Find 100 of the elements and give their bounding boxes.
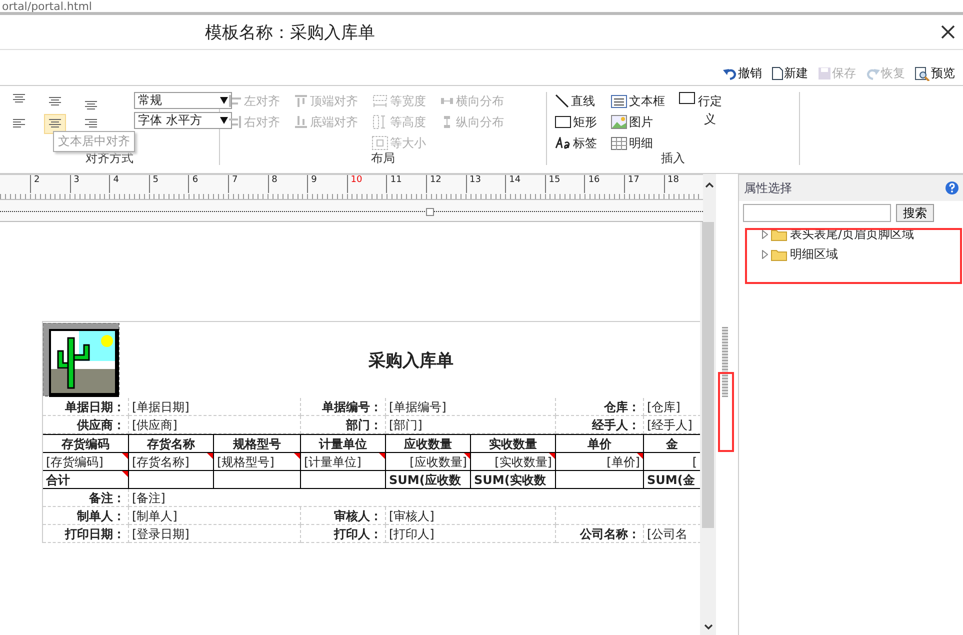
column-header: 实收数量 [471, 435, 556, 453]
flag-marker-icon [549, 453, 555, 459]
dropdown-arrow-icon [220, 97, 228, 104]
guide-handle[interactable] [426, 208, 434, 216]
italic-letters-icon [555, 137, 571, 149]
insert-button[interactable]: 直线 [555, 92, 597, 110]
ruler-label: 16 [584, 175, 624, 193]
column-header: 规格型号 [214, 435, 301, 453]
field-label: 部门： [301, 416, 386, 434]
table-cell: [存货编码] [43, 453, 129, 471]
column-header: 存货名称 [129, 435, 214, 453]
column-header: 存货编码 [43, 435, 129, 453]
collapsed-triangle-icon[interactable] [761, 250, 768, 258]
ruler-label: 15 [544, 175, 584, 193]
ruler-label: 12 [426, 175, 466, 193]
close-button[interactable] [939, 23, 957, 41]
flag-marker-icon [207, 453, 213, 459]
scroll-up-button[interactable] [703, 174, 716, 222]
table-cell: [规格型号] [214, 453, 301, 471]
field-label: 公司名称： [556, 525, 644, 543]
ruler-label: 6 [188, 175, 228, 193]
field-label: 单据编号： [301, 398, 386, 416]
ruler-label: 10 [346, 175, 386, 193]
table-cell: [存货名称] [129, 453, 214, 471]
column-header: 单价 [556, 435, 644, 453]
collapsed-triangle-icon[interactable] [761, 230, 768, 238]
field-value: [打印人] [386, 525, 556, 543]
ruler-label: 5 [148, 175, 188, 193]
landscape-picture-icon [611, 115, 627, 129]
same-size-icon [372, 136, 388, 150]
toolbar-button[interactable]: 撤销 [723, 65, 762, 82]
ruler-label: 3 [70, 175, 110, 193]
align-left-icon [228, 94, 242, 108]
insert-button[interactable]: 图片 [611, 113, 665, 131]
insert-button[interactable]: 明细 [611, 134, 665, 152]
ruler-label: 17 [624, 175, 664, 193]
field-label: 供应商： [43, 416, 129, 434]
ruler-label: 13 [466, 175, 506, 193]
column-header: 应收数量 [386, 435, 471, 453]
table-cell: 合计 [43, 471, 129, 489]
search-button[interactable]: 搜索 [896, 204, 934, 222]
ruler-label: 4 [109, 175, 149, 193]
align-button[interactable] [44, 114, 66, 134]
flag-marker-icon [637, 453, 643, 459]
folder-icon [771, 248, 787, 260]
splitter-grip[interactable] [722, 326, 728, 396]
field-value: [制单人] [129, 507, 301, 525]
search-field[interactable] [743, 204, 891, 222]
close-icon [939, 23, 957, 41]
align-icon [84, 119, 98, 128]
dropdown[interactable]: 常规 [134, 92, 232, 109]
dropdown[interactable]: 字体 水平方 [134, 112, 232, 129]
help-icon[interactable] [945, 181, 959, 195]
rectangle-icon [555, 116, 571, 128]
tooltip: 文本居中对齐 [53, 131, 135, 152]
dropdown-arrow-icon [220, 117, 228, 124]
toolbar-button[interactable]: 新建 [772, 65, 808, 82]
flag-marker-icon [464, 453, 470, 459]
ruler-label: 2 [30, 175, 70, 193]
align-icon [48, 119, 62, 128]
insert-button[interactable]: 文本框 [611, 92, 665, 110]
scroll-thumb[interactable] [702, 222, 714, 528]
insert-button[interactable]: 标签 [555, 134, 597, 152]
align-top-icon [294, 94, 308, 108]
table-cell: [应收数量] [386, 453, 471, 471]
toolbar-button[interactable]: 预览 [915, 65, 955, 82]
tree-item[interactable]: 明细区域 [761, 245, 963, 263]
field-label: 制单人： [43, 507, 129, 525]
undo-arrow-icon [723, 67, 737, 80]
chevron-down-icon [704, 624, 712, 630]
column-header: 计量单位 [301, 435, 386, 453]
same-width-icon [372, 94, 388, 108]
document-icon [772, 67, 783, 80]
flag-marker-icon [122, 453, 128, 459]
tree-label: 明细区域 [790, 246, 838, 262]
flag-marker-icon [379, 453, 385, 459]
field-label: 审核人： [301, 507, 386, 525]
panel-title: 属性选择 [744, 180, 792, 196]
insert-button[interactable]: 行定义 [679, 92, 723, 128]
field-label: 单据日期： [43, 398, 129, 416]
group-label: 插入 [661, 152, 685, 165]
diagonal-line-icon [555, 94, 569, 108]
ruler-label: 9 [307, 175, 347, 193]
field-label: 打印日期： [43, 525, 129, 543]
flag-marker-icon [294, 453, 300, 459]
folder-icon [771, 228, 787, 240]
field-value: [单据编号] [386, 398, 556, 416]
chevron-up-icon [705, 182, 714, 188]
field-value: [部门] [386, 416, 556, 434]
redo-arrow-icon [866, 67, 880, 80]
flag-marker-icon [122, 471, 128, 477]
scrollbar[interactable] [700, 222, 716, 635]
group-label: 布局 [371, 152, 395, 165]
align-icon [12, 119, 26, 128]
table-cell: SUM(应收数 [386, 471, 471, 489]
table-cell: [计量单位] [301, 453, 386, 471]
url-text: ortal/portal.html [2, 1, 92, 12]
insert-button[interactable]: 矩形 [555, 113, 597, 131]
table-cell: [单价] [556, 453, 644, 471]
table-cell: SUM(实收数 [471, 471, 556, 489]
